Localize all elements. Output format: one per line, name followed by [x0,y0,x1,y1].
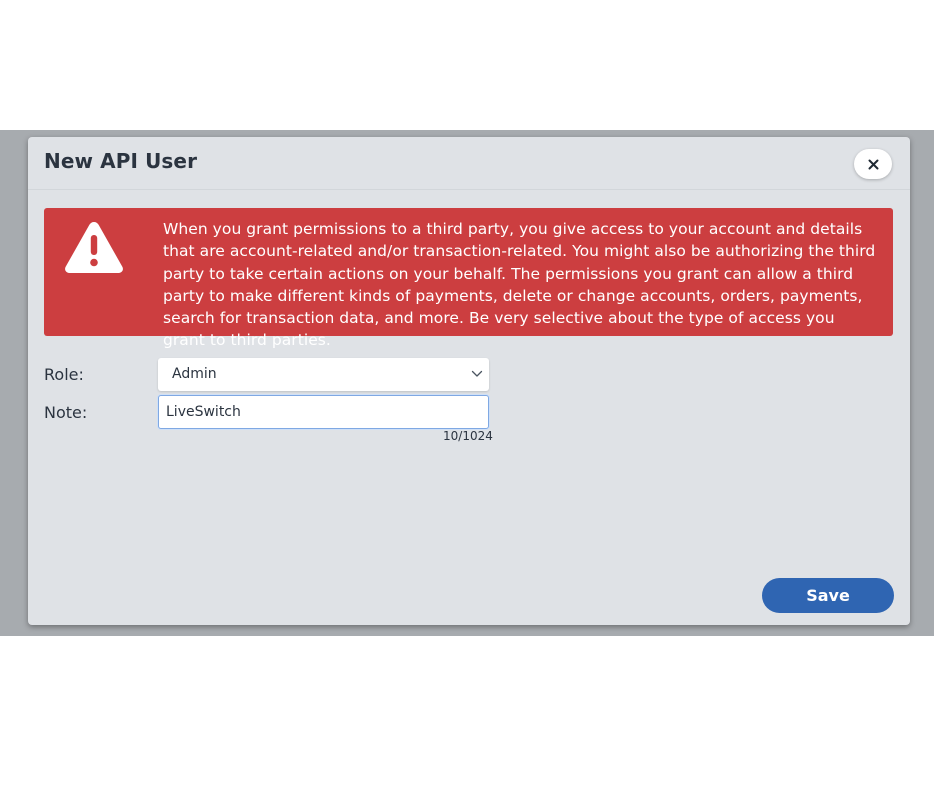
close-button[interactable] [854,149,892,179]
warning-message: When you grant permissions to a third pa… [163,220,876,350]
permissions-warning-alert: When you grant permissions to a third pa… [44,208,893,349]
note-label: Note: [44,403,88,422]
warning-triangle-icon [65,222,123,273]
new-api-user-dialog: New API User When you grant permissions … [28,137,910,625]
dialog-title: New API User [44,149,198,173]
role-select[interactable]: Admin [158,358,489,391]
note-character-counter: 10/1024 [443,429,493,443]
role-selected-value: Admin [172,366,217,382]
note-input[interactable] [158,395,489,429]
chevron-down-icon [471,370,483,377]
save-button[interactable]: Save [762,578,894,613]
dialog-header: New API User [28,137,910,190]
role-label: Role: [44,365,84,384]
close-icon [868,159,878,169]
